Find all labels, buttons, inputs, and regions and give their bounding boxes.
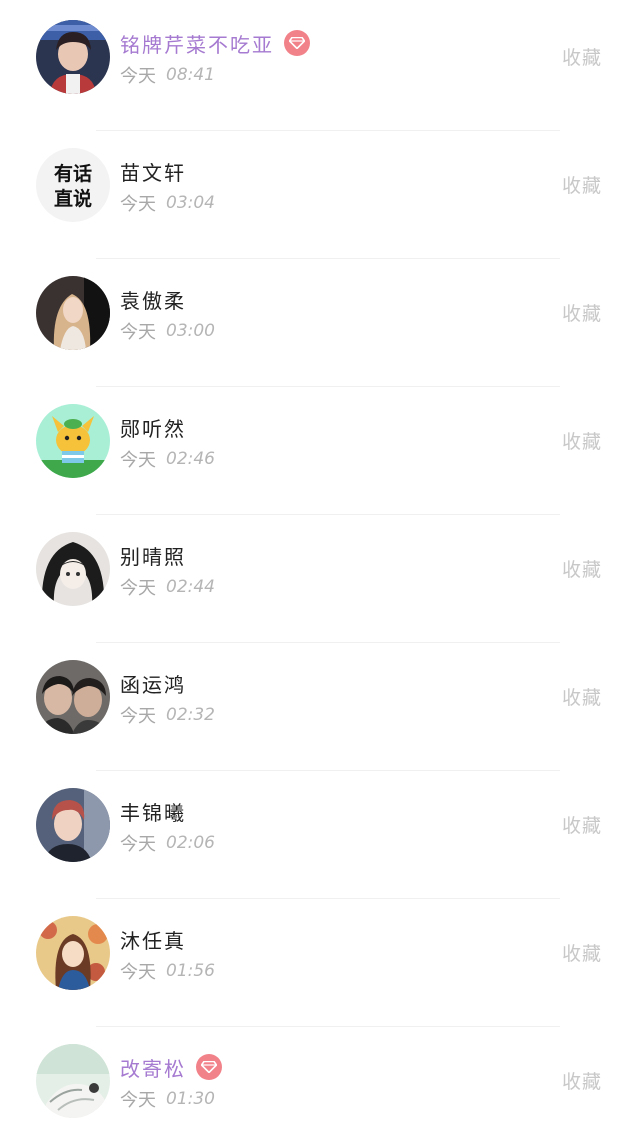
visit-day: 今天 [120, 194, 156, 215]
list-item[interactable]: 铭牌芹菜不吃亚 今天 08:41 收藏 [0, 2, 640, 130]
divider [96, 898, 560, 899]
name-line: 丰锦曦 [120, 794, 186, 828]
list-item[interactable]: 沐任真 今天 01:56 收藏 [0, 898, 640, 1026]
avatar-text-icon: 有话 直说 [36, 148, 110, 222]
favorite-button[interactable]: 收藏 [562, 556, 602, 584]
avatar[interactable] [36, 20, 110, 94]
user-name[interactable]: 沐任真 [120, 925, 186, 954]
favorite-button[interactable]: 收藏 [562, 812, 602, 840]
name-line: 铭牌芹菜不吃亚 [120, 26, 310, 60]
favorite-button[interactable]: 收藏 [562, 940, 602, 968]
favorite-button[interactable]: 收藏 [562, 300, 602, 328]
visit-day: 今天 [120, 706, 156, 727]
visit-clock: 03:04 [166, 193, 215, 213]
divider [96, 386, 560, 387]
divider [96, 642, 560, 643]
name-line: 袁傲柔 [120, 282, 186, 316]
avatar-cartoon-icon [36, 404, 110, 478]
avatar-photo-icon [36, 660, 110, 734]
name-line: 苗文轩 [120, 154, 186, 188]
visit-day: 今天 [120, 1090, 156, 1111]
user-name[interactable]: 袁傲柔 [120, 285, 186, 314]
user-name[interactable]: 丰锦曦 [120, 797, 186, 826]
visit-clock: 08:41 [166, 65, 215, 85]
favorite-button[interactable]: 收藏 [562, 1068, 602, 1096]
visit-time: 今天 02:44 [120, 574, 215, 600]
visit-time: 今天 02:46 [120, 446, 215, 472]
visit-clock: 02:46 [166, 449, 215, 469]
avatar-photo-icon [36, 20, 110, 94]
visit-clock: 01:30 [166, 1089, 215, 1109]
divider [96, 770, 560, 771]
user-name[interactable]: 改寄松 [120, 1053, 186, 1082]
visit-time: 今天 03:00 [120, 318, 215, 344]
visit-clock: 02:32 [166, 705, 215, 725]
favorite-button[interactable]: 收藏 [562, 44, 602, 72]
user-name[interactable]: 郧听然 [120, 413, 186, 442]
avatar-text-line: 直说 [54, 187, 92, 210]
avatar-photo-icon [36, 788, 110, 862]
name-line: 郧听然 [120, 410, 186, 444]
visit-time: 今天 01:56 [120, 958, 215, 984]
list-item[interactable]: 改寄松 今天 01:30 收藏 [0, 1026, 640, 1121]
visit-day: 今天 [120, 578, 156, 599]
avatar[interactable] [36, 276, 110, 350]
list-item[interactable]: 郧听然 今天 02:46 收藏 [0, 386, 640, 514]
avatar-sketch-icon [36, 1044, 110, 1118]
avatar-photo-icon [36, 276, 110, 350]
avatar[interactable] [36, 404, 110, 478]
favorite-button[interactable]: 收藏 [562, 684, 602, 712]
favorite-button[interactable]: 收藏 [562, 428, 602, 456]
user-name[interactable]: 铭牌芹菜不吃亚 [120, 29, 274, 58]
visit-clock: 02:06 [166, 833, 215, 853]
divider [96, 1026, 560, 1027]
favorite-button[interactable]: 收藏 [562, 172, 602, 200]
divider [96, 514, 560, 515]
visit-day: 今天 [120, 322, 156, 343]
name-line: 函运鸿 [120, 666, 186, 700]
avatar-anime-icon [36, 532, 110, 606]
visit-time: 今天 02:06 [120, 830, 215, 856]
list-item[interactable]: 有话 直说 苗文轩 今天 03:04 收藏 [0, 130, 640, 258]
visit-day: 今天 [120, 962, 156, 983]
name-line: 改寄松 [120, 1050, 222, 1084]
vip-diamond-icon [196, 1054, 222, 1080]
visit-day: 今天 [120, 66, 156, 87]
visit-clock: 02:44 [166, 577, 215, 597]
divider [96, 130, 560, 131]
list-item[interactable]: 丰锦曦 今天 02:06 收藏 [0, 770, 640, 898]
vip-diamond-icon [284, 30, 310, 56]
visit-day: 今天 [120, 834, 156, 855]
avatar-illustration-icon [36, 916, 110, 990]
visit-time: 今天 01:30 [120, 1086, 215, 1112]
avatar-text-line: 有话 [54, 162, 92, 185]
avatar[interactable] [36, 916, 110, 990]
visit-clock: 03:00 [166, 321, 215, 341]
avatar[interactable] [36, 788, 110, 862]
divider [96, 258, 560, 259]
visit-time: 今天 02:32 [120, 702, 215, 728]
list-item[interactable]: 别晴照 今天 02:44 收藏 [0, 514, 640, 642]
avatar[interactable]: 有话 直说 [36, 148, 110, 222]
list-item[interactable]: 袁傲柔 今天 03:00 收藏 [0, 258, 640, 386]
name-line: 别晴照 [120, 538, 186, 572]
visit-time: 今天 03:04 [120, 190, 215, 216]
visit-time: 今天 08:41 [120, 62, 215, 88]
list-item[interactable]: 函运鸿 今天 02:32 收藏 [0, 642, 640, 770]
user-name[interactable]: 别晴照 [120, 541, 186, 570]
user-name[interactable]: 苗文轩 [120, 157, 186, 186]
visit-clock: 01:56 [166, 961, 215, 981]
avatar[interactable] [36, 660, 110, 734]
name-line: 沐任真 [120, 922, 186, 956]
user-name[interactable]: 函运鸿 [120, 669, 186, 698]
avatar[interactable] [36, 1044, 110, 1118]
avatar[interactable] [36, 532, 110, 606]
visit-day: 今天 [120, 450, 156, 471]
visitor-list: 铭牌芹菜不吃亚 今天 08:41 收藏 有话 直说 苗文轩 今天 03:04 收 [0, 0, 640, 1121]
